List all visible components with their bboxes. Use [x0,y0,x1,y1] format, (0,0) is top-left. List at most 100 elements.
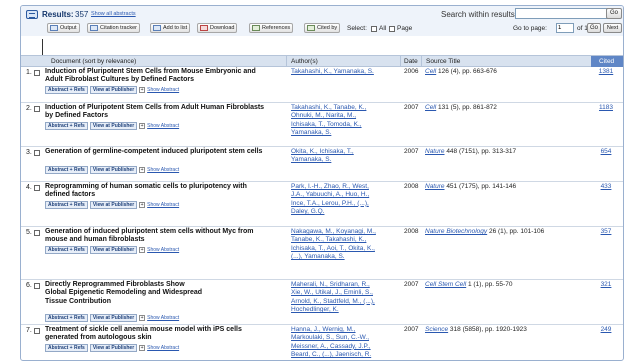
expand-plus-icon[interactable]: + [139,87,146,93]
show-abstract-link[interactable]: Show Abstract [147,314,179,322]
document-title-link[interactable]: Directly Reprogrammed Fibroblasts Show G… [45,281,205,306]
journal-link[interactable]: Nature [425,148,445,155]
show-abstract-link[interactable]: Show Abstract [147,201,179,209]
cited-by-count-link[interactable]: 1381 [594,68,618,76]
journal-link[interactable]: Nature Biotechnology [425,228,487,235]
abstract-refs-button[interactable]: Abstract + Refs [45,166,88,174]
authors-links[interactable]: Takahashi, K., Yamanaka, S. [291,68,381,76]
authors-text[interactable]: Maherali, N., Sridharan, R., Xie, W., Ut… [291,281,375,313]
authors-links[interactable]: Park, I.-H., Zhao, R., West, J.A., Yabuu… [291,183,381,217]
citation-tracker-button[interactable]: Citation tracker [87,23,140,33]
table-row: 4. Reprogramming of human somatic cells … [21,182,623,227]
journal-link[interactable]: Cell [425,68,436,75]
output-button[interactable]: Output [47,23,80,33]
authors-links[interactable]: Okita, K., Ichisaka, T., Yamanaka, S. [291,148,381,165]
show-abstract-link[interactable]: Show Abstract [147,122,179,130]
authors-text[interactable]: Park, I.-H., Zhao, R., West, J.A., Yabuu… [291,183,369,215]
expand-plus-icon[interactable]: + [139,315,146,321]
view-at-publisher-button[interactable]: View at Publisher [89,122,138,130]
abstract-refs-button[interactable]: Abstract + Refs [45,86,88,94]
journal-link[interactable]: Nature [425,183,445,190]
source-details: 451 (7175), pp. 141-146 [444,183,517,190]
document-title-link[interactable]: Generation of induced pluripotent stem c… [45,228,271,245]
row-checkbox[interactable] [34,185,40,191]
citation-tracker-label: Citation tracker [100,25,137,31]
abstract-refs-button[interactable]: Abstract + Refs [45,344,88,352]
column-authors[interactable]: Author(s) [291,58,318,65]
row-checkbox[interactable] [34,328,40,334]
view-at-publisher-button[interactable]: View at Publisher [89,314,138,322]
select-page-label: Page [397,25,413,32]
search-within-input[interactable] [515,8,611,19]
authors-text[interactable]: Hanna, J., Wernig, M., Markoulaki, S., S… [291,326,371,358]
document-title-link[interactable]: Generation of germline-competent induced… [45,148,271,156]
authors-text[interactable]: Takahashi, K., Yamanaka, S. [291,68,374,75]
references-button[interactable]: References [249,23,294,33]
column-source[interactable]: Source Title [426,58,460,65]
cited-by-count-link[interactable]: 433 [594,183,618,191]
abstract-refs-button[interactable]: Abstract + Refs [45,246,88,254]
search-go-button[interactable]: Go [606,8,622,19]
document-title-link[interactable]: Reprogramming of human somatic cells to … [45,183,271,200]
cited-by-count-link[interactable]: 357 [594,228,618,236]
cited-by-count-link[interactable]: 249 [594,326,618,334]
show-abstract-link[interactable]: Show Abstract [147,246,179,254]
next-page-button[interactable]: Next [603,23,622,33]
journal-link[interactable]: Cell [425,104,436,111]
row-checkbox[interactable] [34,230,40,236]
show-abstract-link[interactable]: Show Abstract [147,166,179,174]
authors-text[interactable]: Takahashi, K., Tanabe, K., Ohnuki, M., N… [291,104,366,136]
view-at-publisher-button[interactable]: View at Publisher [89,86,138,94]
column-document[interactable]: Document (sort by relevance) [51,58,136,65]
expand-plus-icon[interactable]: + [139,247,146,253]
publication-year: 2008 [404,228,419,235]
row-checkbox[interactable] [34,150,40,156]
add-to-list-button[interactable]: Add to list [150,23,191,33]
go-to-page-button[interactable]: Go [587,23,601,33]
source-title: Cell 126 (4), pp. 663-676 [425,68,555,76]
expand-plus-icon[interactable]: + [139,202,146,208]
show-all-abstracts-link[interactable]: Show all abstracts [91,11,136,17]
select-page-checkbox[interactable] [389,26,395,32]
row-checkbox[interactable] [34,283,40,289]
view-at-publisher-button[interactable]: View at Publisher [89,201,138,209]
document-title-link[interactable]: Treatment of sickle cell anemia mouse mo… [45,326,271,343]
authors-links[interactable]: Hanna, J., Wernig, M., Markoulaki, S., S… [291,326,381,360]
column-cited-by[interactable]: Cited By [591,56,623,76]
results-panel: Results: 357 Show all abstracts Search w… [20,5,624,361]
authors-links[interactable]: Maherali, N., Sridharan, R., Xie, W., Ut… [291,281,381,315]
expand-plus-icon[interactable]: + [139,345,146,351]
expand-plus-icon[interactable]: + [139,167,146,173]
row-actions: Abstract + Refs View at Publisher + Show Ab… [45,86,179,94]
view-at-publisher-button[interactable]: View at Publisher [89,246,138,254]
authors-links[interactable]: Nakagawa, M., Koyanagi, M., Tanabe, K., … [291,228,381,262]
source-title: Nature Biotechnology 26 (1), pp. 101-106 [425,228,555,236]
page-number-input[interactable] [556,23,574,33]
journal-link[interactable]: Cell Stem Cell [425,281,466,288]
download-button[interactable]: Download [197,23,238,33]
journal-link[interactable]: Science [425,326,448,333]
view-at-publisher-button[interactable]: View at Publisher [89,166,138,174]
cited-by-button[interactable]: Cited by [304,23,341,33]
cited-by-count-link[interactable]: 654 [594,148,618,156]
show-abstract-link[interactable]: Show Abstract [147,86,179,94]
row-checkbox[interactable] [34,106,40,112]
column-date[interactable]: Date [404,58,418,65]
show-abstract-link[interactable]: Show Abstract [147,344,179,352]
row-number: 1. [26,69,32,76]
document-title-link[interactable]: Induction of Pluripotent Stem Cells from… [45,104,271,121]
cited-by-count-link[interactable]: 321 [594,281,618,289]
authors-text[interactable]: Okita, K., Ichisaka, T., Yamanaka, S. [291,148,354,163]
document-title-link[interactable]: Induction of Pluripotent Stem Cells from… [45,68,271,85]
view-at-publisher-button[interactable]: View at Publisher [89,344,138,352]
abstract-refs-button[interactable]: Abstract + Refs [45,201,88,209]
cited-by-count-link[interactable]: 1183 [594,104,618,112]
authors-text[interactable]: Nakagawa, M., Koyanagi, M., Tanabe, K., … [291,228,376,260]
expand-plus-icon[interactable]: + [139,123,146,129]
row-checkbox[interactable] [34,70,40,76]
abstract-refs-button[interactable]: Abstract + Refs [45,122,88,130]
select-all-checkbox[interactable] [371,26,377,32]
authors-links[interactable]: Takahashi, K., Tanabe, K., Ohnuki, M., N… [291,104,381,138]
row-number: 6. [26,282,32,289]
abstract-refs-button[interactable]: Abstract + Refs [45,314,88,322]
